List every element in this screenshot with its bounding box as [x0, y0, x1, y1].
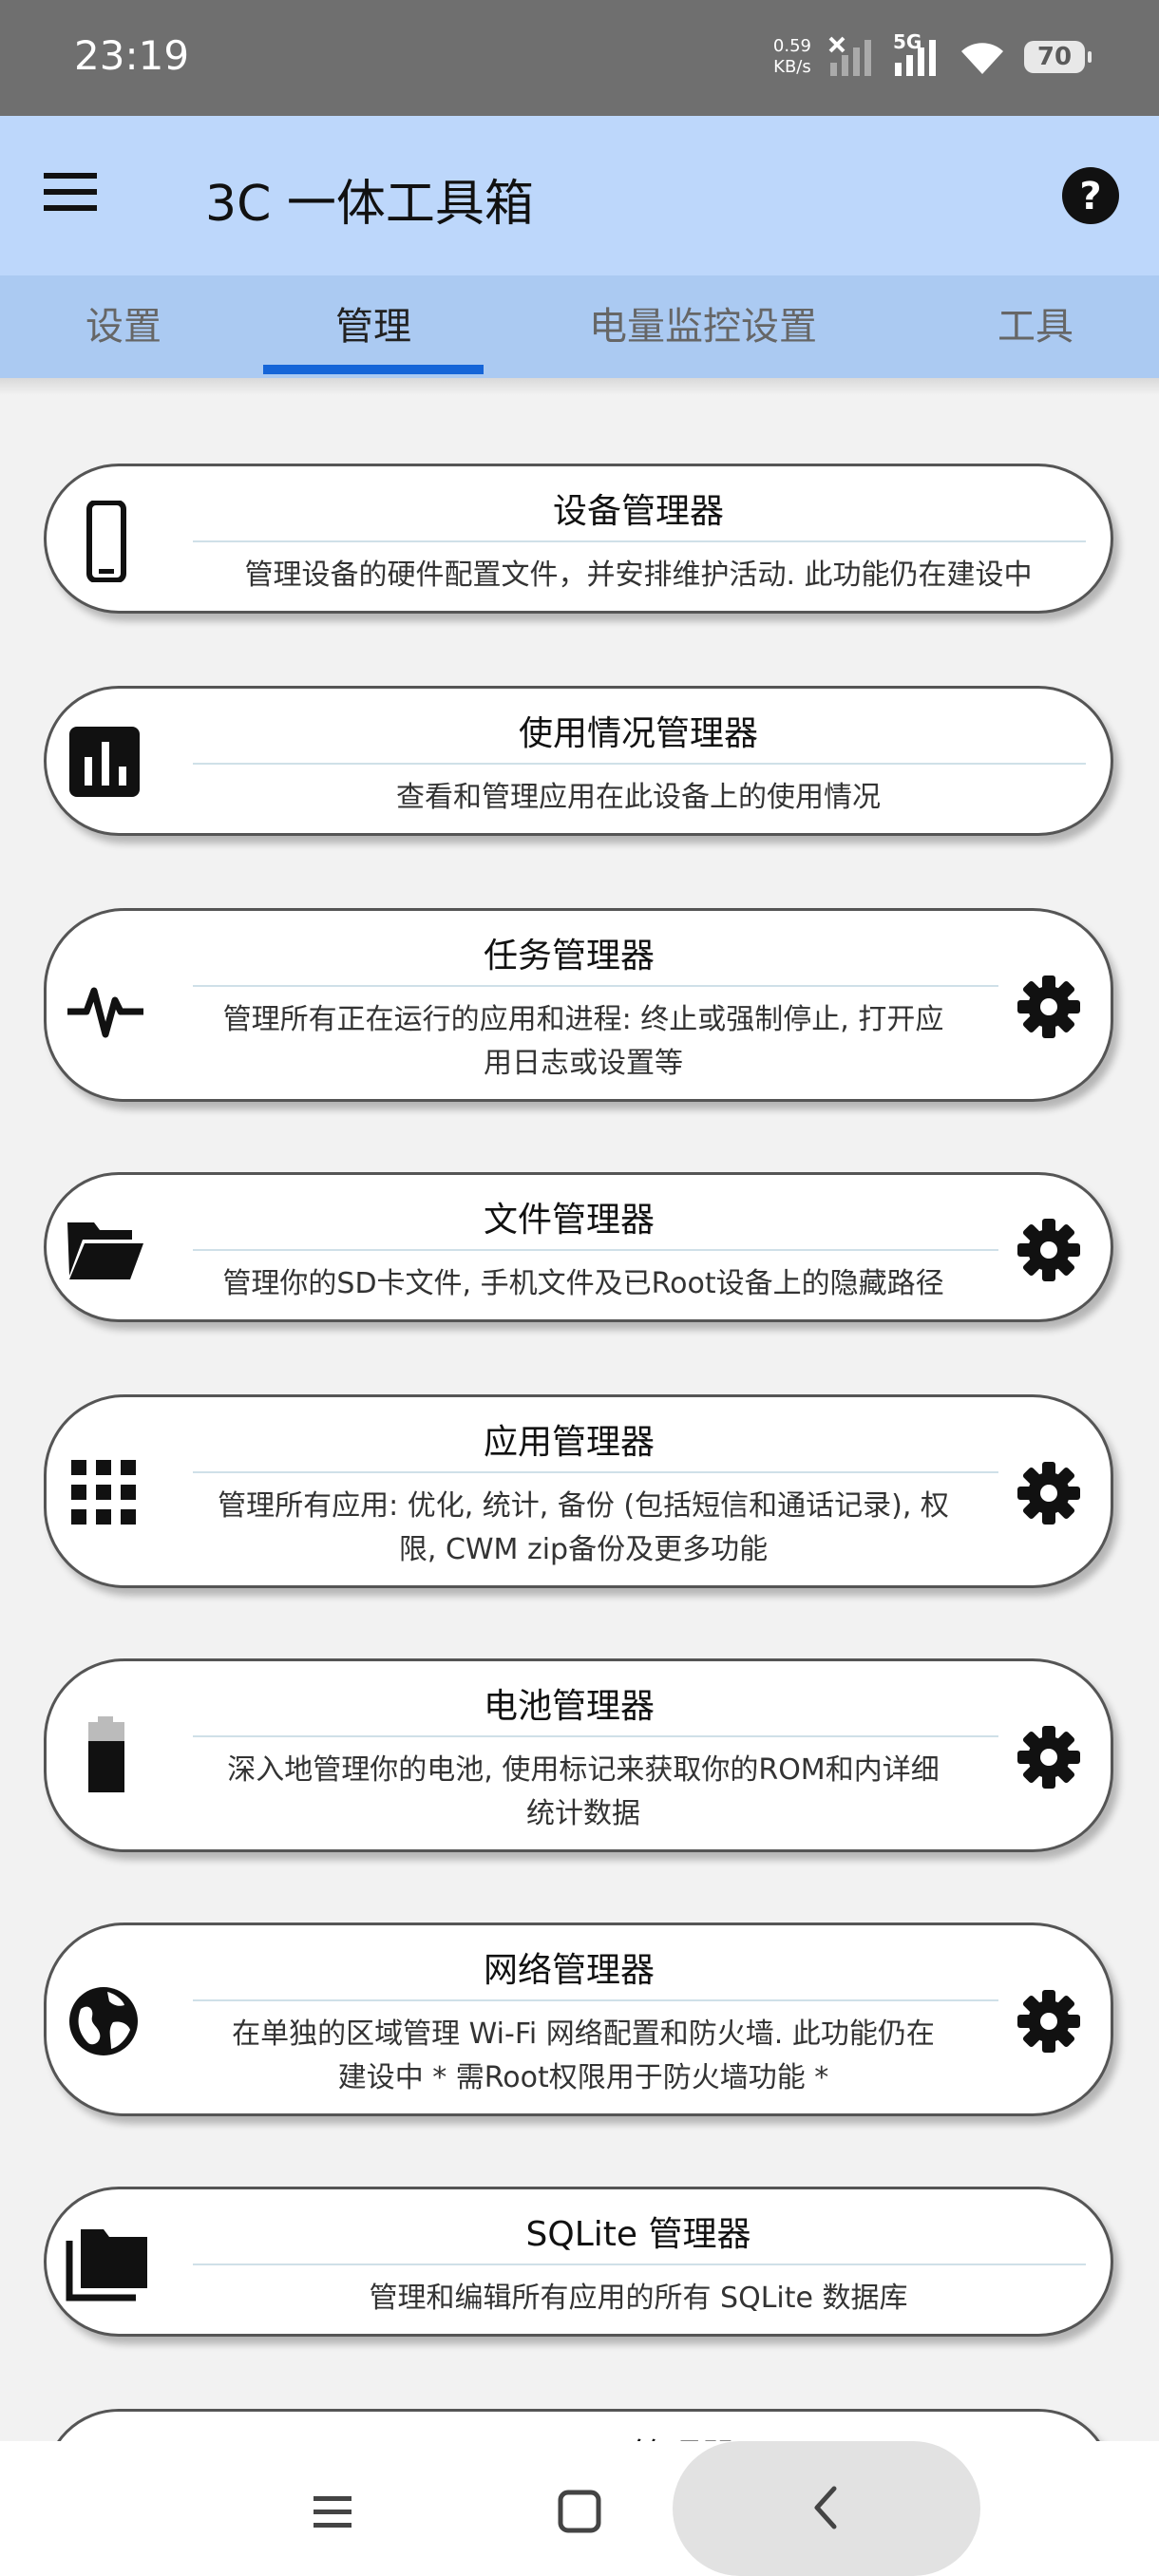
- battery-indicator: 70: [1024, 41, 1092, 73]
- wifi-icon: [958, 38, 1007, 76]
- card-file-manager[interactable]: 文件管理器 管理你的SD卡文件, 手机文件及已Root设备上的隐藏路径: [44, 1172, 1113, 1322]
- card-divider: [193, 1735, 998, 1737]
- smartphone-icon: [66, 500, 147, 583]
- card-divider: [193, 1249, 998, 1251]
- apps-grid-icon: [66, 1454, 147, 1536]
- tab-tools[interactable]: 工具: [960, 275, 1112, 378]
- gear-icon[interactable]: [1016, 1724, 1082, 1790]
- card-title: 网络管理器: [483, 1951, 655, 1990]
- tab-settings[interactable]: 设置: [38, 275, 209, 378]
- card-description: 管理所有应用: 优化, 统计, 备份 (包括短信和通话记录), 权 限, CWM…: [170, 1485, 997, 1572]
- tab-bar-shadow: [0, 378, 1159, 395]
- card-title: 电池管理器: [483, 1687, 655, 1726]
- card-description: 管理所有正在运行的应用和进程: 终止或强制停止, 打开应 用日志或设置等: [170, 998, 997, 1086]
- folder-open-icon: [66, 1209, 147, 1291]
- card-usage-manager[interactable]: 使用情况管理器 查看和管理应用在此设备上的使用情况: [44, 686, 1113, 836]
- battery-icon: [66, 1714, 147, 1796]
- card-divider: [193, 1999, 998, 2001]
- app-bar: 3C 一体工具箱 ?: [0, 116, 1159, 275]
- status-indicators: 0.59 KB/s 5G 70: [773, 28, 1092, 85]
- card-divider: [193, 763, 1086, 765]
- card-description: 查看和管理应用在此设备上的使用情况: [396, 781, 881, 814]
- card-description: 在单独的区域管理 Wi-Fi 网络配置和防火墙. 此功能仍在 建设中 * 需Ro…: [170, 2013, 997, 2100]
- card-description: 管理设备的硬件配置文件，并安排维护活动. 此功能仍在建设中: [244, 559, 1033, 592]
- back-button[interactable]: [673, 2441, 980, 2576]
- card-network-manager[interactable]: 网络管理器 在单独的区域管理 Wi-Fi 网络配置和防火墙. 此功能仍在 建设中…: [44, 1923, 1113, 2116]
- card-description-line: 限, CWM zip备份及更多功能: [398, 1533, 769, 1566]
- pulse-icon: [66, 968, 147, 1050]
- card-description-line: 在单独的区域管理 Wi-Fi 网络配置和防火墙. 此功能仍在: [232, 2017, 935, 2051]
- card-divider: [193, 1471, 998, 1473]
- card-description: 深入地管理你的电池, 使用标记来获取你的ROM和内详细 统计数据: [170, 1749, 997, 1836]
- hamburger-menu-icon[interactable]: [42, 163, 118, 230]
- gear-icon[interactable]: [1016, 974, 1082, 1040]
- card-app-manager[interactable]: 应用管理器 管理所有应用: 优化, 统计, 备份 (包括短信和通话记录), 权 …: [44, 1394, 1113, 1588]
- network-speed-value: 0.59: [772, 36, 811, 56]
- recents-menu-icon[interactable]: [304, 2483, 361, 2540]
- home-square-icon[interactable]: [551, 2483, 608, 2540]
- card-description-line: 用日志或设置等: [484, 1047, 683, 1080]
- active-tab-indicator: [263, 365, 484, 374]
- card-task-manager[interactable]: 任务管理器 管理所有正在运行的应用和进程: 终止或强制停止, 打开应 用日志或设…: [44, 908, 1113, 1102]
- signal-sim2-icon: 5G: [893, 30, 940, 78]
- network-type-label: 5G: [893, 30, 922, 53]
- card-title: 设备管理器: [552, 492, 724, 531]
- svg-text:?: ?: [1079, 175, 1101, 218]
- card-battery-manager[interactable]: 电池管理器 深入地管理你的电池, 使用标记来获取你的ROM和内详细 统计数据: [44, 1658, 1113, 1852]
- help-circle-icon[interactable]: ?: [1060, 165, 1121, 226]
- status-bar: 23:19 0.59 KB/s 5G 70: [0, 0, 1159, 116]
- card-device-manager[interactable]: 设备管理器 管理设备的硬件配置文件，并安排维护活动. 此功能仍在建设中: [44, 464, 1113, 614]
- card-divider: [193, 540, 1086, 542]
- back-chevron-icon: [798, 2479, 855, 2536]
- card-sqlite-manager[interactable]: SQLite 管理器 管理和编辑所有应用的所有 SQLite 数据库: [44, 2187, 1113, 2337]
- network-speed: 0.59 KB/s: [773, 36, 811, 78]
- card-title: 应用管理器: [483, 1423, 655, 1462]
- gear-icon[interactable]: [1016, 1217, 1082, 1283]
- card-description-line: 管理所有正在运行的应用和进程: 终止或强制停止, 打开应: [222, 1003, 944, 1036]
- system-navigation-bar: [0, 2441, 1159, 2576]
- app-title: 3C 一体工具箱: [205, 176, 534, 233]
- gear-icon[interactable]: [1016, 1460, 1082, 1526]
- card-description: 管理和编辑所有应用的所有 SQLite 数据库: [369, 2282, 908, 2315]
- globe-icon: [66, 1980, 147, 2062]
- card-divider: [193, 985, 998, 987]
- card-divider: [193, 2263, 1086, 2265]
- status-time: 23:19: [74, 32, 190, 79]
- folders-icon: [66, 2222, 147, 2303]
- card-description-line: 深入地管理你的电池, 使用标记来获取你的ROM和内详细: [227, 1753, 940, 1787]
- card-title: 任务管理器: [483, 937, 655, 975]
- tab-battery-monitor-settings[interactable]: 电量监控设置: [560, 275, 846, 378]
- card-title: 使用情况管理器: [518, 714, 758, 753]
- tab-bar: 设置 管理 电量监控设置 工具: [0, 275, 1159, 378]
- card-title: SQLite 管理器: [525, 2215, 751, 2254]
- network-speed-unit: KB/s: [773, 57, 811, 77]
- gear-icon[interactable]: [1016, 1988, 1082, 2055]
- tab-manage[interactable]: 管理: [263, 275, 484, 378]
- card-description-line: 管理所有应用: 优化, 统计, 备份 (包括短信和通话记录), 权: [218, 1489, 949, 1523]
- card-description: 管理你的SD卡文件, 手机文件及已Root设备上的隐藏路径: [222, 1267, 944, 1300]
- bar-chart-icon: [66, 723, 147, 805]
- card-description-line: 建设中 * 需Root权限用于防火墙功能 *: [337, 2061, 829, 2094]
- signal-sim1-icon: [828, 36, 876, 78]
- card-description-line: 统计数据: [526, 1797, 640, 1830]
- card-title: 文件管理器: [483, 1201, 655, 1240]
